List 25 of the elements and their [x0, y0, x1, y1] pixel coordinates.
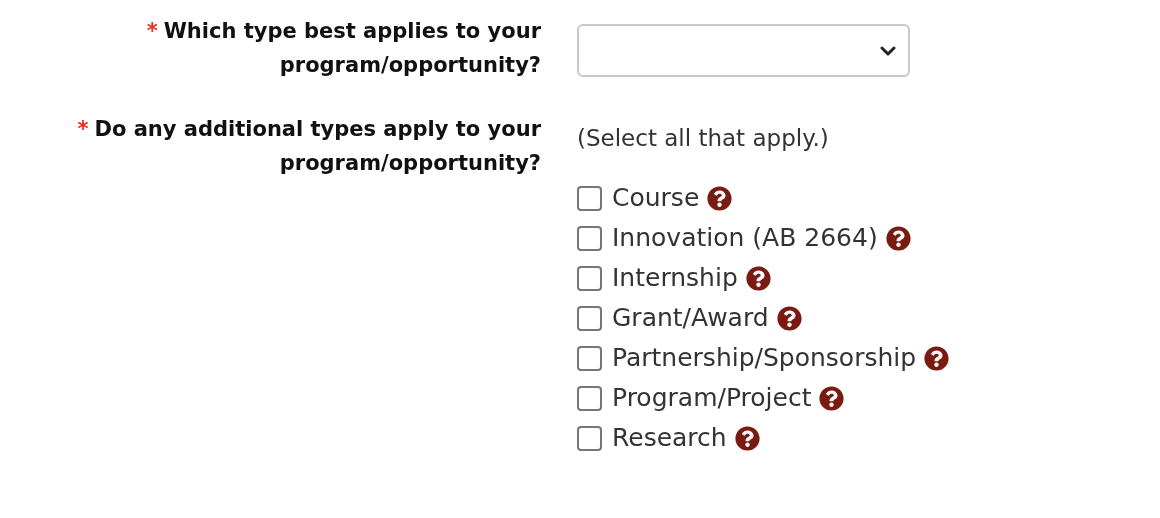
question-label: * Do any additional types apply to your program/opportunity? [76, 116, 541, 177]
checkbox[interactable] [577, 425, 602, 451]
help-icon[interactable] [819, 385, 845, 411]
help-icon[interactable] [707, 185, 733, 211]
checkbox-label[interactable]: Internship [612, 259, 738, 297]
help-icon[interactable] [734, 425, 760, 451]
checkbox[interactable] [577, 265, 602, 291]
checkbox[interactable] [577, 225, 602, 251]
question-label: * Which type best applies to your program/opportunity? [145, 18, 541, 79]
checkbox[interactable] [577, 185, 602, 211]
help-icon[interactable] [924, 345, 950, 371]
help-icon[interactable] [745, 265, 771, 291]
checkbox-label[interactable]: Program/Project [612, 379, 812, 417]
checkbox[interactable] [577, 345, 602, 371]
helper-text: (Select all that apply.) [577, 124, 830, 152]
chevron-down-icon [880, 45, 896, 56]
help-icon[interactable] [776, 305, 802, 331]
checkbox-label[interactable]: Innovation (AB 2664) [612, 219, 878, 257]
checkbox-label[interactable]: Research [612, 419, 727, 457]
help-icon[interactable] [885, 225, 911, 251]
checkbox[interactable] [577, 385, 602, 411]
checkbox[interactable] [577, 305, 602, 331]
checkbox-label[interactable]: Partnership/Sponsorship [612, 339, 917, 377]
checkbox-label[interactable]: Course [612, 179, 700, 217]
checkbox-label[interactable]: Grant/Award [612, 299, 769, 337]
